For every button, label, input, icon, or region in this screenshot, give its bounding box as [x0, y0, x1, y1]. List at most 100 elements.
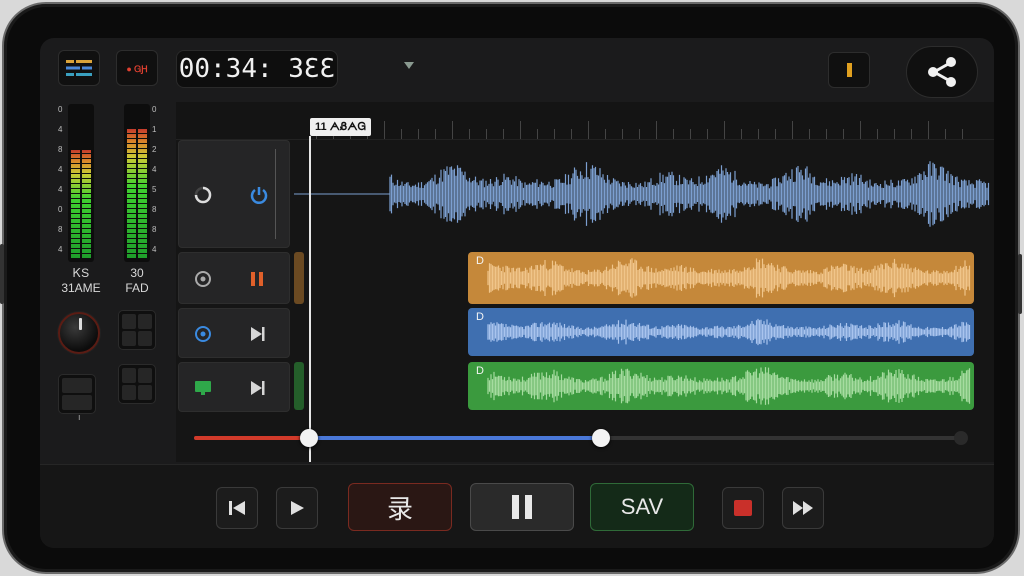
timeline-ruler[interactable]	[176, 102, 994, 140]
meter-scale-label: 4	[58, 245, 63, 254]
power-icon[interactable]	[249, 185, 269, 205]
ruler-tick	[537, 129, 538, 139]
share-button[interactable]	[906, 46, 978, 98]
fast-forward-button[interactable]	[782, 487, 824, 529]
track-header-3[interactable]	[178, 308, 290, 358]
chevron-down-icon[interactable]	[404, 62, 414, 69]
target-icon[interactable]	[193, 324, 213, 344]
meter-scale-label: 2	[152, 145, 157, 154]
slider-end-handle[interactable]	[592, 429, 611, 447]
pad-mark: ı	[78, 412, 81, 422]
ruler-tick	[639, 129, 640, 139]
pause-icon	[512, 495, 532, 519]
tracks-menu-button[interactable]	[58, 50, 100, 86]
stop-icon	[734, 500, 752, 516]
meter-scale-label: 4	[152, 165, 157, 174]
ruler-tick	[809, 129, 810, 139]
channel-a-label: ᏦS 31AME	[56, 266, 106, 296]
ruler-tick	[418, 129, 419, 139]
ruler-tick	[758, 129, 759, 139]
meter-scale-label: 4	[152, 245, 157, 254]
ruler-tick	[571, 129, 572, 139]
track-lane-1[interactable]	[294, 140, 994, 248]
record-arm-button[interactable]: ● ᏀԨ	[116, 50, 158, 86]
waveform-track-2	[487, 258, 971, 298]
level-meter-left	[68, 104, 94, 262]
audio-clip-3[interactable]: D	[468, 308, 974, 356]
meter-scale-label: 4	[58, 185, 63, 194]
position-slider[interactable]	[194, 429, 968, 447]
ruler-tick	[486, 129, 487, 139]
track-1-fader-scale	[275, 149, 283, 239]
play-button[interactable]	[276, 487, 318, 529]
track-header-1[interactable]	[178, 140, 290, 248]
timecode-display: 00:34: 3ƐƐ	[176, 50, 338, 88]
app-screen: ● ᏀԨ 00:34: 3ƐƐ 0 4 8 4 4 0 8 4 0 1 2 4 5 8 8 4 ᏦS 31A…	[40, 38, 994, 548]
skip-back-button[interactable]	[216, 487, 258, 529]
track-header-4[interactable]	[178, 362, 290, 412]
play-icon	[291, 501, 304, 515]
record-button[interactable]: 录	[348, 483, 452, 531]
audio-clip-2[interactable]: D	[468, 252, 974, 304]
play-next-icon[interactable]	[247, 324, 267, 344]
slider-played-segment	[194, 436, 310, 440]
target-icon[interactable]	[193, 269, 213, 289]
pause-icon[interactable]	[247, 269, 267, 289]
gain-knob[interactable]	[58, 312, 100, 354]
ruler-tick	[554, 129, 555, 139]
slider-end-cap	[954, 431, 968, 445]
list-menu-icon	[66, 60, 92, 76]
ruler-tick	[894, 129, 895, 139]
ruler-tick	[945, 129, 946, 139]
audio-clip-4[interactable]: D	[468, 362, 974, 410]
marker-button[interactable]	[828, 52, 870, 88]
ruler-tick	[656, 121, 657, 139]
meter-scale-label: 8	[58, 145, 63, 154]
share-icon	[928, 57, 956, 87]
meter-scale-label: 8	[58, 225, 63, 234]
marker-icon	[846, 63, 852, 77]
ruler-tick	[520, 121, 521, 139]
stop-record-button[interactable]	[722, 487, 764, 529]
ruler-tick	[860, 121, 861, 139]
clip-label: D	[476, 365, 484, 377]
pad-button-3[interactable]	[118, 364, 156, 404]
track-lane-3[interactable]: D	[294, 308, 994, 358]
marker-label[interactable]: 11 ᗅᏰᗅᏀ	[310, 118, 371, 136]
ruler-tick	[605, 129, 606, 139]
waveform-path	[389, 161, 990, 227]
ruler-tick	[843, 129, 844, 139]
transport-bar: 录 SAV	[40, 464, 994, 548]
channel-b-line1: 30	[130, 266, 144, 280]
pad-button-1[interactable]	[118, 310, 156, 350]
pause-button[interactable]	[470, 483, 574, 531]
track-header-2[interactable]	[178, 252, 290, 304]
save-button[interactable]: SAV	[590, 483, 694, 531]
meter-scale-label: 0	[58, 105, 63, 114]
play-next-icon[interactable]	[247, 378, 267, 398]
ruler-tick	[741, 129, 742, 139]
track-lane-4[interactable]: D	[294, 362, 994, 412]
ruler-tick	[911, 129, 912, 139]
ruler-tick	[401, 129, 402, 139]
ruler-tick	[690, 129, 691, 139]
slider-selection-segment	[309, 436, 602, 440]
clip-stub	[294, 362, 304, 410]
ruler-tick	[928, 121, 929, 139]
ruler-tick	[622, 129, 623, 139]
ruler-tick	[962, 129, 963, 139]
track-lane-2[interactable]: D	[294, 252, 994, 304]
meter-scale-label: 1	[152, 125, 157, 134]
side-button	[0, 244, 4, 304]
ruler-tick	[724, 121, 725, 139]
waveform-path	[487, 318, 971, 346]
tablet-frame: ● ᏀԨ 00:34: 3ƐƐ 0 4 8 4 4 0 8 4 0 1 2 4 5 8 8 4 ᏦS 31A…	[0, 2, 1022, 574]
pad-button-2[interactable]	[58, 374, 96, 414]
monitor-icon[interactable]	[193, 378, 213, 398]
ruler-tick	[775, 129, 776, 139]
meter-scale-label: 5	[152, 185, 157, 194]
ruler-tick	[452, 121, 453, 139]
playhead[interactable]	[309, 136, 311, 462]
level-meter-right	[124, 104, 150, 262]
ruler-tick	[673, 129, 674, 139]
